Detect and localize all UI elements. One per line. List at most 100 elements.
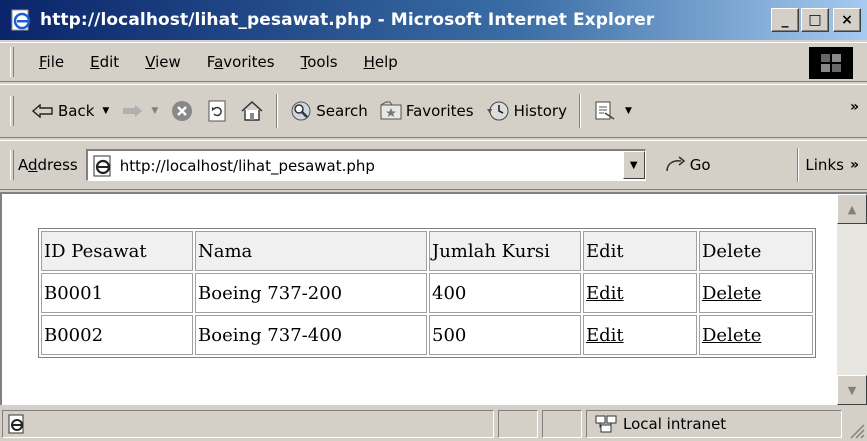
browser-window: http://localhost/lihat_pesawat.php - Mic… (0, 0, 867, 441)
menu-file[interactable]: File (26, 53, 77, 71)
menu-grip[interactable] (10, 47, 14, 77)
status-bar: Local intranet (0, 407, 867, 441)
menu-view[interactable]: View (132, 53, 194, 71)
links-more-icon[interactable]: » (850, 157, 859, 173)
refresh-icon (208, 100, 226, 122)
table-header-row: ID Pesawat Nama Jumlah Kursi Edit Delete (41, 231, 813, 271)
menu-help-key: H (363, 53, 375, 71)
status-security-panel (542, 410, 582, 438)
address-url[interactable]: http://localhost/lihat_pesawat.php (120, 157, 375, 175)
go-button[interactable]: Go (664, 155, 711, 175)
menu-tools[interactable]: Tools (288, 53, 351, 71)
column-header: ID Pesawat (41, 231, 193, 271)
column-header: Nama (195, 231, 427, 271)
address-label-pre: A (18, 156, 28, 174)
menu-edit-key: E (90, 53, 100, 71)
table-row: B0001 Boeing 737-200 400 Edit Delete (41, 273, 813, 313)
back-button[interactable]: Back ▼ (26, 91, 115, 131)
menu-help[interactable]: Help (351, 53, 411, 71)
address-input[interactable]: http://localhost/lihat_pesawat.php ▼ (85, 149, 646, 181)
links-separator (797, 148, 800, 182)
forward-dropdown-icon[interactable]: ▼ (151, 106, 158, 116)
window-title: http://localhost/lihat_pesawat.php - Mic… (40, 10, 655, 30)
address-dropdown-button[interactable]: ▼ (622, 151, 645, 179)
arrow-down-icon: ▼ (847, 383, 857, 397)
menu-favorites-key: a (214, 53, 224, 71)
address-label-rest: dress (37, 156, 78, 174)
home-icon (241, 100, 263, 121)
links-label: Links (805, 156, 844, 174)
standard-toolbar: Back ▼ ▼ Search Favorites History ▼ » (0, 84, 867, 138)
history-icon (486, 101, 509, 121)
go-label: Go (689, 156, 711, 174)
column-header: Edit (583, 231, 697, 271)
back-dropdown-icon[interactable]: ▼ (102, 106, 109, 116)
mail-icon (595, 101, 615, 120)
minimize-icon: _ (781, 12, 789, 28)
chevron-down-icon: ▼ (629, 159, 638, 171)
maximize-icon: □ (808, 12, 822, 28)
menu-favorites-pre: F (206, 53, 215, 71)
address-bar: Address http://localhost/lihat_pesawat.p… (0, 140, 867, 190)
home-button[interactable] (234, 91, 270, 131)
menu-help-label: elp (374, 53, 398, 71)
cell-nama: Boeing 737-400 (195, 315, 427, 355)
windows-logo-icon (821, 54, 841, 72)
resize-grip-icon[interactable] (847, 421, 865, 439)
delete-link[interactable]: Delete (702, 325, 761, 346)
address-grip[interactable] (10, 150, 14, 180)
history-button[interactable]: History (480, 91, 573, 131)
menu-edit[interactable]: Edit (77, 53, 132, 71)
minimize-button[interactable]: _ (771, 8, 799, 32)
toolbar-grip[interactable] (10, 96, 14, 126)
address-label: Address (18, 156, 78, 174)
search-icon (291, 101, 311, 121)
delete-link[interactable]: Delete (702, 283, 761, 304)
scroll-up-button[interactable]: ▲ (837, 194, 867, 224)
menu-edit-label: dit (99, 53, 120, 71)
cell-delete: Delete (699, 315, 813, 355)
edit-link[interactable]: Edit (586, 283, 624, 304)
cell-id: B0001 (41, 273, 193, 313)
page-status-icon (8, 414, 24, 434)
security-zone-panel[interactable]: Local intranet (586, 410, 842, 438)
mail-button[interactable]: ▼ (587, 91, 638, 131)
toolbar-separator (578, 94, 581, 128)
back-label: Back (58, 102, 95, 120)
menu-favorites[interactable]: Favorites (194, 53, 288, 71)
column-header: Jumlah Kursi (429, 231, 581, 271)
arrow-up-icon: ▲ (847, 202, 857, 216)
title-bar[interactable]: http://localhost/lihat_pesawat.php - Mic… (0, 0, 867, 40)
column-header: Delete (699, 231, 813, 271)
toolbar-more-icon[interactable]: » (850, 99, 859, 115)
favorites-button[interactable]: Favorites (374, 91, 480, 131)
stop-button[interactable] (164, 91, 200, 131)
forward-button[interactable]: ▼ (115, 91, 164, 131)
address-label-key: d (28, 156, 38, 174)
zone-label: Local intranet (623, 415, 727, 433)
cell-delete: Delete (699, 273, 813, 313)
cell-edit: Edit (583, 273, 697, 313)
search-button[interactable]: Search (284, 91, 374, 131)
menu-favorites-label: vorites (223, 53, 275, 71)
forward-arrow-icon (123, 105, 143, 117)
history-label: History (513, 102, 567, 120)
status-text-panel (2, 410, 494, 438)
cell-nama: Boeing 737-200 (195, 273, 427, 313)
menu-view-label: iew (155, 53, 181, 71)
menu-file-key: F (39, 53, 47, 71)
vertical-scrollbar[interactable]: ▲ ▼ (837, 194, 867, 405)
close-button[interactable]: × (833, 8, 861, 32)
menu-bar: File Edit View Favorites Tools Help (0, 42, 867, 82)
window-controls: _ □ × (771, 8, 861, 32)
cell-edit: Edit (583, 315, 697, 355)
scroll-down-button[interactable]: ▼ (837, 375, 867, 405)
windows-logo-throbber (809, 47, 853, 79)
maximize-button[interactable]: □ (801, 8, 829, 32)
refresh-button[interactable] (200, 91, 234, 131)
stop-icon (172, 101, 193, 121)
edit-link[interactable]: Edit (586, 325, 624, 346)
links-toolbar[interactable]: Links » (791, 148, 859, 182)
mail-dropdown-icon[interactable]: ▼ (625, 106, 632, 116)
toolbar-separator (276, 94, 279, 128)
